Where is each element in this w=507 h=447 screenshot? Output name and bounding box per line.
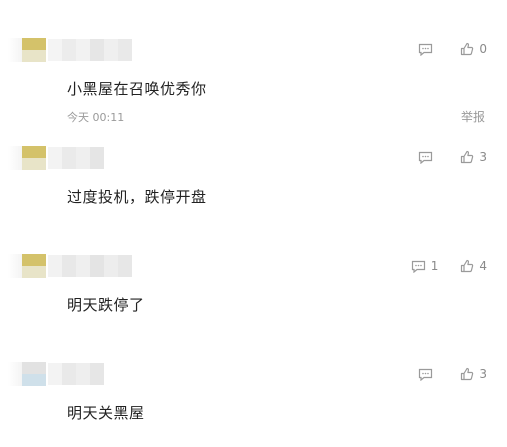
username-redacted[interactable] [48, 255, 132, 277]
like-button[interactable]: 4 [460, 259, 487, 273]
comment-actions: 1 4 [411, 259, 487, 273]
avatar-shadow [8, 38, 22, 62]
thumbs-up-icon [461, 367, 474, 381]
avatar-bottom-band [22, 374, 46, 386]
avatar-bottom-band [22, 50, 46, 62]
comment-text: 过度投机，跌停开盘 [67, 188, 207, 206]
reply-button[interactable] [418, 151, 438, 164]
comment-bubble-icon [419, 368, 433, 381]
thumbs-up-icon [461, 150, 474, 164]
comment-actions: 3 [418, 150, 487, 164]
avatar-top-band [22, 254, 46, 266]
comment-text: 小黑屋在召唤优秀你 [67, 80, 207, 98]
avatar-top-band [22, 38, 46, 50]
comment-item: 0 小黑屋在召唤优秀你 今天 00:11 举报 [0, 0, 507, 130]
reply-button[interactable] [418, 43, 438, 56]
comment-item: 3 过度投机，跌停开盘 [0, 130, 507, 240]
comment-bubble-icon [411, 260, 425, 273]
avatar-top-band [22, 146, 46, 158]
avatar-bottom-band [22, 158, 46, 170]
avatar[interactable] [22, 38, 46, 62]
reply-count: 1 [430, 259, 439, 273]
username-redacted[interactable] [48, 147, 104, 169]
report-link[interactable]: 举报 [461, 108, 485, 125]
comment-bubble-icon [419, 43, 433, 56]
avatar-shadow [8, 362, 22, 386]
like-count: 3 [479, 367, 487, 381]
like-button[interactable]: 0 [460, 42, 487, 56]
comment-actions: 3 [418, 367, 487, 381]
avatar[interactable] [22, 146, 46, 170]
like-count: 0 [479, 42, 487, 56]
avatar[interactable] [22, 362, 46, 386]
thumbs-up-icon [461, 42, 474, 56]
avatar[interactable] [22, 254, 46, 278]
avatar-bottom-band [22, 266, 46, 278]
reply-button[interactable] [418, 368, 438, 381]
username-redacted[interactable] [48, 363, 104, 385]
comment-time: 今天 00:11 [67, 111, 125, 124]
like-button[interactable]: 3 [460, 150, 487, 164]
comment-text: 明天关黑屋 [67, 404, 145, 422]
comment-actions: 0 [418, 42, 487, 56]
like-count: 3 [479, 150, 487, 164]
thumbs-up-icon [461, 259, 474, 273]
avatar-top-band [22, 362, 46, 374]
comment-feed: 0 小黑屋在召唤优秀你 今天 00:11 举报 3 过度投机，跌停开盘 1 4 … [0, 0, 507, 447]
comment-item: 1 4 明天跌停了 [0, 240, 507, 350]
avatar-shadow [8, 254, 22, 278]
username-redacted[interactable] [48, 39, 132, 61]
avatar-shadow [8, 146, 22, 170]
reply-button[interactable]: 1 [411, 259, 439, 273]
like-count: 4 [479, 259, 487, 273]
comment-text: 明天跌停了 [67, 296, 145, 314]
comment-bubble-icon [419, 151, 433, 164]
like-button[interactable]: 3 [460, 367, 487, 381]
comment-item: 3 明天关黑屋 [0, 350, 507, 447]
